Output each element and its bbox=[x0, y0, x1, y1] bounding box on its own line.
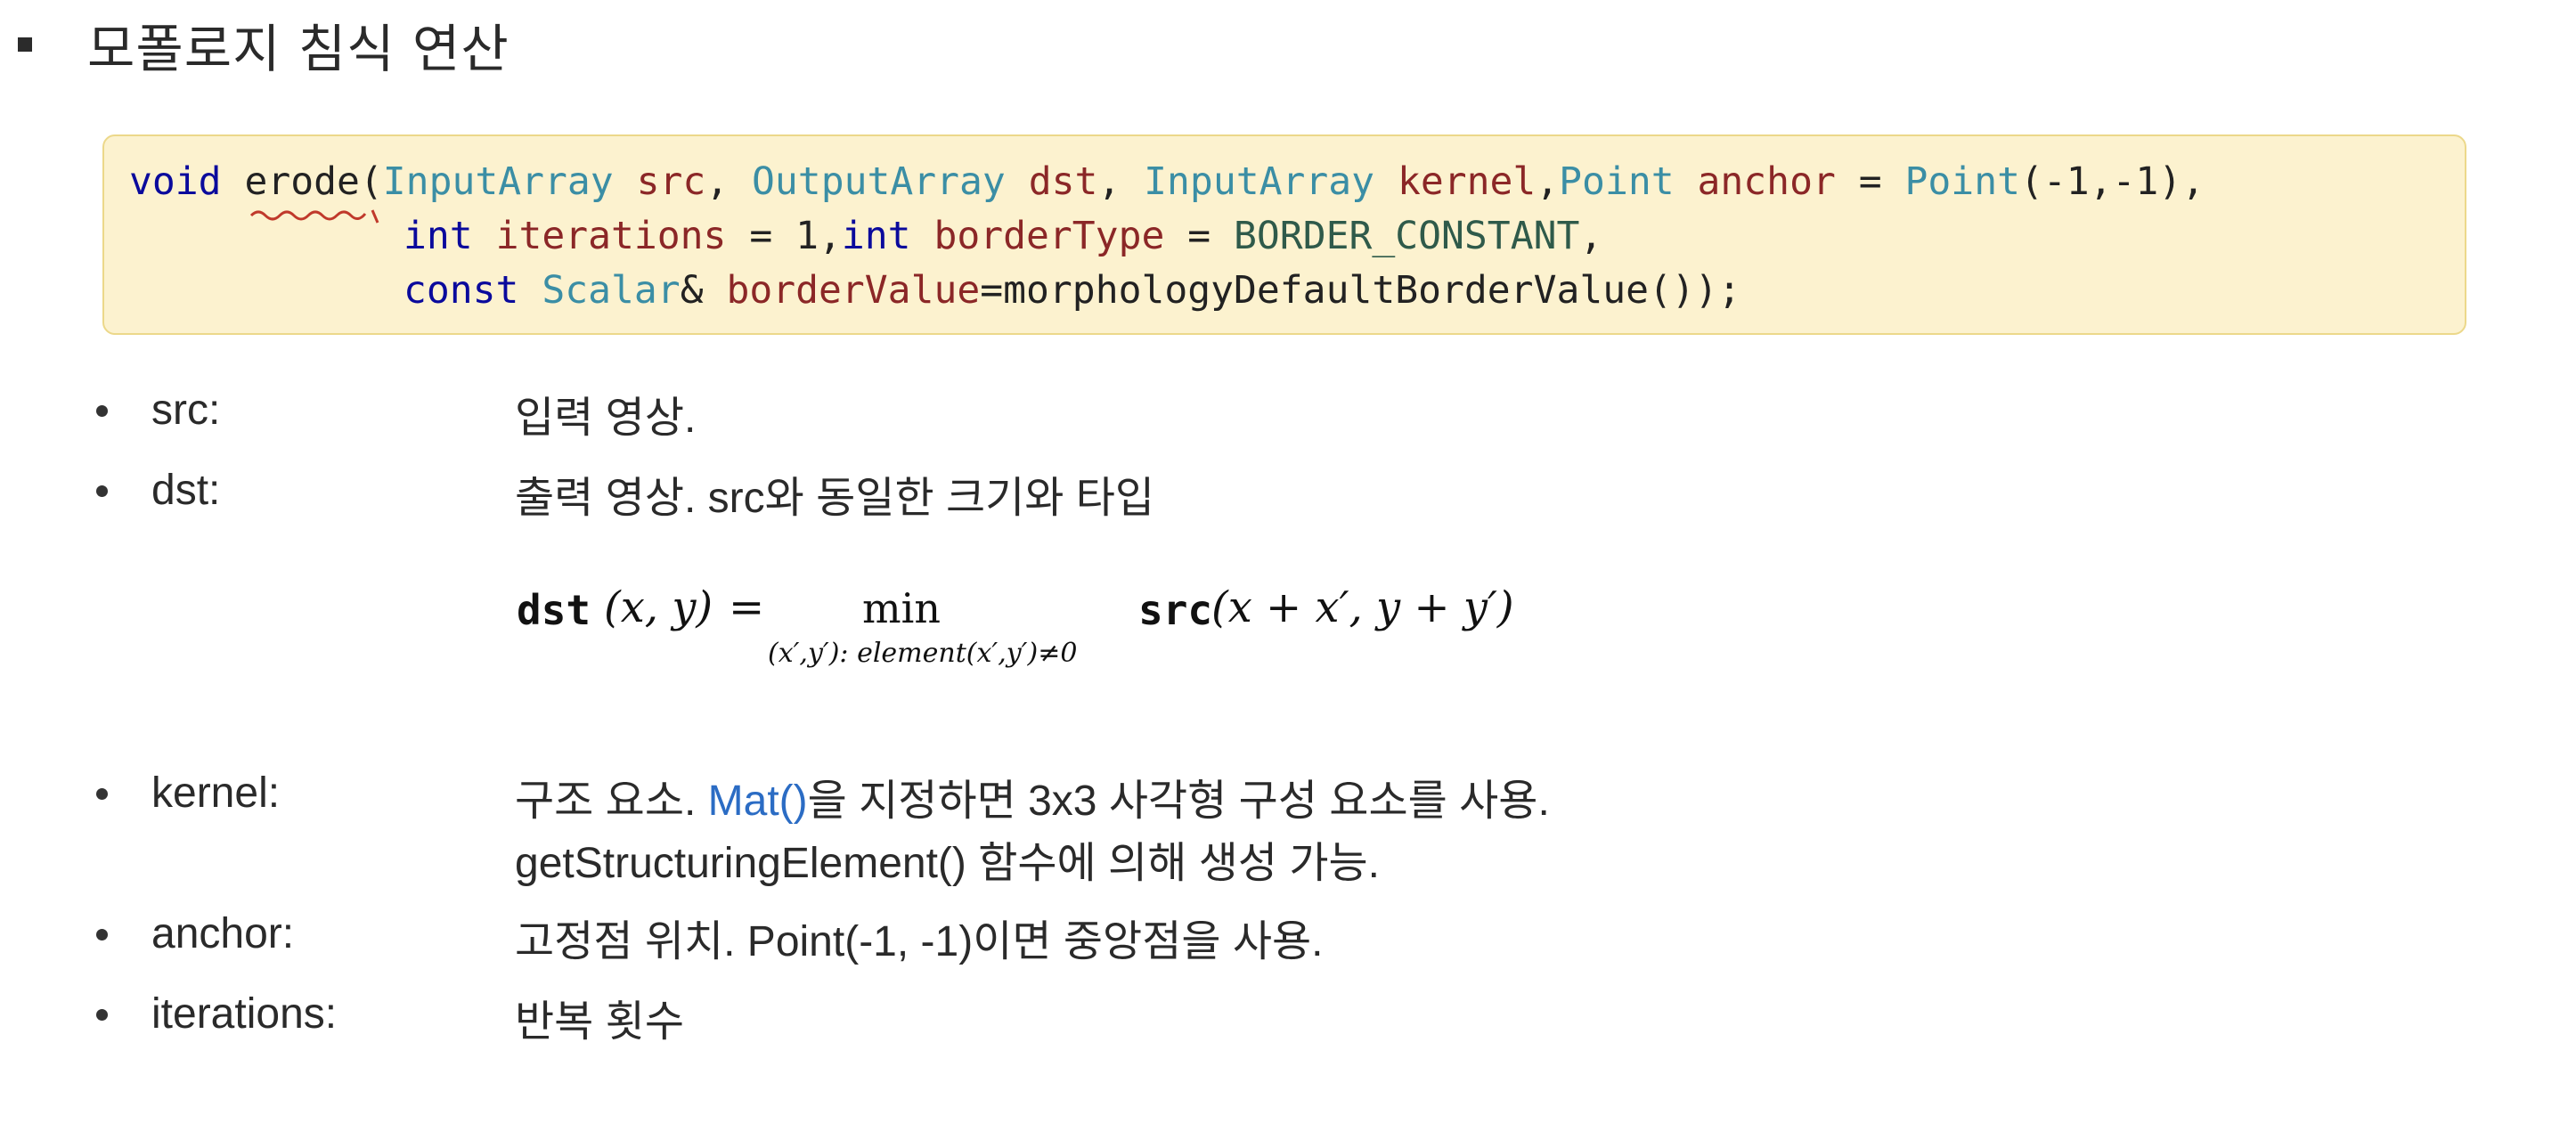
code-token: InputArray bbox=[1144, 159, 1375, 204]
param-name-anchor: anchor: bbox=[151, 910, 295, 957]
param-row-src: src: 입력 영상. bbox=[0, 379, 2576, 442]
code-token: dst bbox=[1028, 159, 1098, 204]
param-desc-src: 입력 영상. bbox=[515, 395, 697, 442]
kernel-desc-pre: 구조 요소. bbox=[515, 778, 708, 825]
code-token: iterations bbox=[495, 214, 727, 258]
code-token: Scalar bbox=[542, 268, 681, 313]
code-token: InputArray bbox=[382, 159, 614, 204]
param-desc-kernel: 구조 요소. Mat()을 지정하면 3x3 사각형 구성 요소를 사용. bbox=[515, 765, 1550, 827]
formula-min: min bbox=[862, 584, 941, 632]
code-token: int bbox=[841, 214, 911, 258]
square-bullet-icon bbox=[18, 37, 32, 52]
kernel-desc-post: 을 지정하면 3x3 사각형 구성 요소를 사용. bbox=[807, 778, 1550, 825]
param-name-dst: dst: bbox=[151, 467, 221, 514]
code-token: & bbox=[680, 268, 727, 313]
slide-title: 모폴로지 침식 연산 bbox=[18, 9, 509, 80]
mat-link[interactable]: Mat() bbox=[708, 778, 808, 825]
bullet-dot-icon bbox=[96, 788, 108, 800]
code-line-2: int iterations = 1,int borderType = BORD… bbox=[404, 209, 1602, 263]
code-token: , bbox=[705, 159, 753, 204]
code-token: OutputArray bbox=[752, 159, 1006, 204]
spellcheck-squiggle-icon bbox=[249, 209, 379, 224]
code-token: void bbox=[129, 159, 222, 204]
formula-equals: = bbox=[729, 582, 765, 632]
code-token: BORDER_CONSTANT bbox=[1234, 214, 1580, 258]
bullet-dot-icon bbox=[96, 485, 108, 497]
code-token: , bbox=[1579, 214, 1603, 258]
code-token: = bbox=[1164, 214, 1235, 258]
code-token: = 1, bbox=[726, 214, 842, 258]
bullet-dot-icon bbox=[96, 929, 108, 940]
param-desc-anchor: 고정점 위치. Point(-1, -1)이면 중앙점을 사용. bbox=[515, 918, 1324, 965]
bullet-dot-icon bbox=[96, 1009, 108, 1021]
code-token: (-1,-1), bbox=[2019, 159, 2205, 204]
param-desc-kernel-line2: getStructuringElement() 함수에 의해 생성 가능. bbox=[515, 840, 1381, 887]
param-row-anchor: anchor: 고정점 위치. Point(-1, -1)이면 중앙점을 사용. bbox=[0, 902, 2576, 965]
formula-lhs-fn: dst bbox=[517, 586, 591, 634]
code-token: int bbox=[404, 214, 473, 258]
code-token: anchor bbox=[1697, 159, 1836, 204]
code-token: Point bbox=[1559, 159, 1675, 204]
param-name-iterations: iterations: bbox=[151, 990, 338, 1038]
code-token: =morphologyDefaultBorderValue()); bbox=[980, 268, 1741, 313]
code-token: borderValue bbox=[726, 268, 981, 313]
code-token: = bbox=[1835, 159, 1905, 204]
formula-subscript: (x′,y′): element(x′,y′)≠0 bbox=[768, 638, 1078, 669]
param-row-dst: dst: 출력 영상. src와 동일한 크기와 타입 bbox=[0, 459, 2576, 522]
code-token: borderType bbox=[933, 214, 1165, 258]
code-token: , bbox=[1097, 159, 1145, 204]
param-name-kernel: kernel: bbox=[151, 770, 281, 817]
code-line-1: void erode(InputArray src, OutputArray d… bbox=[129, 155, 2205, 208]
formula-rhs-args: (x + x′, y + y′) bbox=[1211, 582, 1514, 632]
bullet-dot-icon bbox=[96, 405, 108, 417]
param-desc-dst: 출력 영상. src와 동일한 크기와 타입 bbox=[515, 475, 1155, 522]
code-token: const bbox=[404, 268, 519, 313]
param-name-src: src: bbox=[151, 387, 221, 434]
param-desc-iterations: 반복 횟수 bbox=[515, 998, 684, 1046]
code-line-3: const Scalar& borderValue=morphologyDefa… bbox=[404, 264, 1741, 317]
code-token: Point bbox=[1904, 159, 2020, 204]
code-token: ( bbox=[359, 159, 383, 204]
param-row-kernel: kernel: 구조 요소. Mat()을 지정하면 3x3 사각형 구성 요소… bbox=[0, 761, 2576, 887]
code-block: void erode(InputArray src, OutputArray d… bbox=[102, 134, 2466, 335]
page-title: 모폴로지 침식 연산 bbox=[87, 19, 509, 79]
code-token: erode bbox=[244, 159, 360, 204]
code-token: , bbox=[1536, 159, 1560, 204]
formula-rhs-fn: src bbox=[1138, 586, 1213, 634]
formula-lhs-args: (x, y) bbox=[604, 582, 713, 632]
param-row-iterations: iterations: 반복 횟수 bbox=[0, 982, 2576, 1046]
code-token: src bbox=[636, 159, 706, 204]
code-token: kernel bbox=[1397, 159, 1537, 204]
